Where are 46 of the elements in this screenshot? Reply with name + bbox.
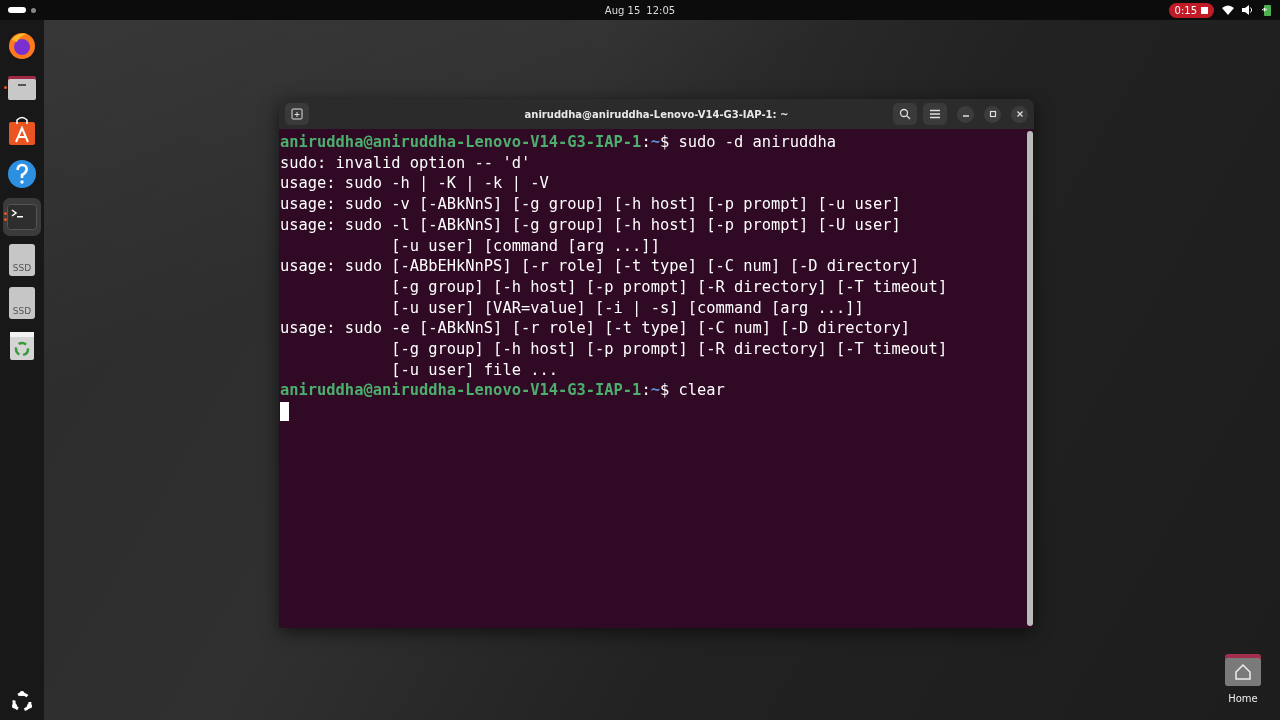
workspace-indicator[interactable] <box>8 7 26 13</box>
output-line: usage: sudo -h | -K | -k | -V <box>280 173 550 195</box>
output-line: sudo: invalid option -- 'd' <box>280 152 532 174</box>
recycle-bin-icon <box>9 331 35 361</box>
running-indicator <box>4 218 7 221</box>
drive-label: SSD <box>12 263 32 273</box>
folder-icon <box>7 74 37 102</box>
output-line: [-u user] [VAR=value] [-i | -s] [command [arg ...]] <box>390 297 865 319</box>
dock-item-highlight[interactable] <box>3 198 41 236</box>
wifi-icon[interactable] <box>1222 5 1234 15</box>
close-button[interactable] <box>1011 105 1028 123</box>
menu-button[interactable] <box>923 103 947 125</box>
app-grid-icon[interactable] <box>10 690 34 714</box>
drive-label: SSD <box>12 306 32 316</box>
maximize-icon <box>988 110 997 118</box>
battery-icon[interactable] <box>1262 4 1272 16</box>
date-label[interactable]: Aug 15 <box>604 4 641 16</box>
scrollbar-thumb[interactable] <box>1027 131 1033 626</box>
volume-icon[interactable] <box>1242 5 1254 15</box>
help-icon <box>7 159 37 189</box>
new-tab-button[interactable] <box>285 103 309 125</box>
clock-label[interactable]: 12:05 <box>646 4 676 16</box>
desktop-icon-label[interactable]: Home <box>1228 693 1258 704</box>
menu-icon <box>929 109 941 119</box>
minimize-button[interactable] <box>957 105 974 123</box>
search-button[interactable] <box>893 103 917 125</box>
output-line: usage: sudo -e [-ABkNnS] [-r role] [-t type] [-C num] [-D directory] <box>280 318 912 340</box>
prompt-line: aniruddha@aniruddha-Lenovo-V14-G3-IAP-1:~$ clear <box>280 380 726 402</box>
output-line: [-u user] [command [arg ...]] <box>390 235 661 257</box>
terminal-icon <box>7 204 37 230</box>
output-line: [-u user] file ... <box>390 359 559 381</box>
output-line: usage: sudo [-ABbEHkNnPS] [-r role] [-t type] [-C num] [-D directory] <box>280 256 921 277</box>
prompt-line: aniruddha@aniruddha-Lenovo-V14-G3-IAP-1:~$ sudo -d aniruddha <box>280 132 837 153</box>
search-icon <box>899 108 911 120</box>
shopping-bag-icon <box>8 116 36 146</box>
output-line: [-g group] [-h host] [-p prompt] [-R directory] [-T timeout] <box>390 276 949 298</box>
home-folder-icon[interactable] <box>1224 653 1262 687</box>
window-title: aniruddha@aniruddha-Lenovo-V14-G3-IAP-1: ~ <box>523 108 790 120</box>
output-line: usage: sudo -v [-ABkNnS] [-g group] [-h host] [-p prompt] [-u user] <box>280 194 902 215</box>
new-tab-icon <box>291 108 303 120</box>
output-line: usage: sudo -l [-ABkNnS] [-g group] [-h host] [-p prompt] [-U user] <box>280 214 902 236</box>
output-line: [-g group] [-h host] [-p prompt] [-R directory] [-T timeout] <box>390 339 949 360</box>
recording-indicator[interactable]: 0:15 <box>1168 2 1214 18</box>
maximize-button[interactable] <box>984 105 1001 123</box>
close-icon <box>1015 110 1024 118</box>
firefox-icon <box>7 30 37 60</box>
